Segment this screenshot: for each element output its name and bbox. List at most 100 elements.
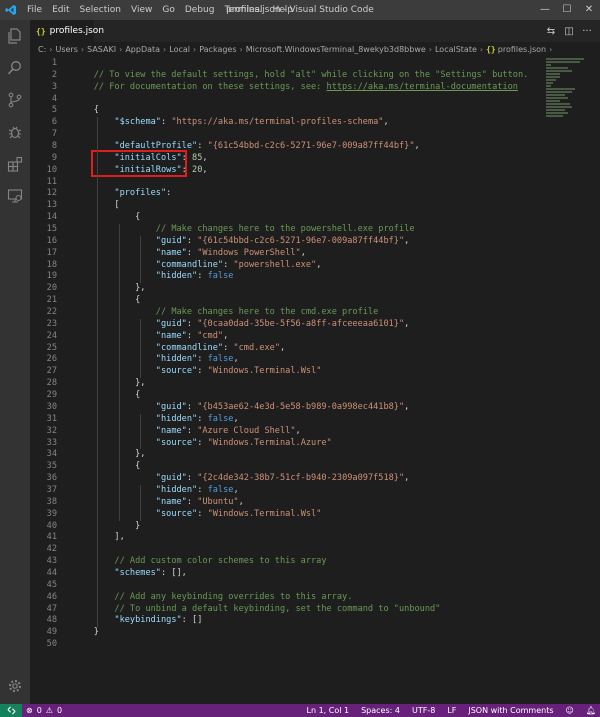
breadcrumb-item[interactable]: SASAKI (87, 45, 116, 54)
menu-terminal[interactable]: Terminal (219, 0, 267, 20)
code-line[interactable]: 16 "guid": "{61c54bbd-c2c6-5271-96e7-009… (30, 236, 528, 248)
code-token: { (73, 212, 141, 223)
vscode-logo-icon[interactable] (0, 0, 22, 20)
code-line[interactable]: 12 "profiles": (30, 188, 528, 200)
split-editor-icon[interactable]: ◫ (560, 26, 578, 37)
explorer-icon[interactable] (5, 26, 25, 46)
code-line[interactable]: 27 "source": "Windows.Terminal.Wsl" (30, 366, 528, 378)
open-changes-icon[interactable]: ⇆ (542, 26, 560, 37)
cursor-position[interactable]: Ln 1, Col 1 (307, 706, 350, 715)
code-line[interactable]: 1 (30, 58, 528, 70)
menu-go[interactable]: Go (157, 0, 179, 20)
code-line[interactable]: 2 // To view the default settings, hold … (30, 70, 529, 82)
code-line[interactable]: 5 { (30, 105, 528, 117)
code-line[interactable]: 29 { (30, 390, 528, 402)
code-line[interactable]: 50 (30, 639, 528, 651)
breadcrumb-item[interactable]: Packages (199, 45, 236, 54)
breadcrumb-item[interactable]: Users (55, 45, 77, 54)
code-editor[interactable]: 12 // To view the default settings, hold… (30, 56, 600, 704)
menu-debug[interactable]: Debug (180, 0, 220, 20)
code-line[interactable]: 49 } (30, 627, 528, 639)
code-line[interactable]: 31 "hidden": false, (30, 414, 528, 426)
code-line[interactable]: 18 "commandline": "powershell.exe", (30, 260, 528, 272)
maximize-button[interactable]: ☐ (556, 0, 578, 20)
line-number: 6 (51, 117, 57, 128)
code-line[interactable]: 6 "$schema": "https://aka.ms/terminal-pr… (30, 117, 528, 129)
code-line[interactable]: 46 // Add any keybinding overrides to th… (30, 592, 528, 604)
code-line[interactable]: 38 "name": "Ubuntu", (30, 497, 528, 509)
code-line[interactable]: 45 (30, 580, 528, 592)
breadcrumb-item[interactable]: C: (38, 45, 46, 54)
menu-file[interactable]: File (22, 0, 47, 20)
code-line[interactable]: 40 } (30, 521, 528, 533)
notifications-bell-icon[interactable]: 🔔︎ (586, 706, 596, 715)
code-line[interactable]: 24 "name": "cmd", (30, 331, 528, 343)
code-line[interactable]: 13 [ (30, 200, 528, 212)
code-line[interactable]: 32 "name": "Azure Cloud Shell", (30, 426, 528, 438)
code-line[interactable]: 20 }, (30, 283, 528, 295)
code-line[interactable]: 42 (30, 544, 528, 556)
language-mode[interactable]: JSON with Comments (468, 706, 553, 715)
code-line[interactable]: 36 "guid": "{2c4de342-38b7-51cf-b940-230… (30, 473, 528, 485)
indentation[interactable]: Spaces: 4 (361, 706, 400, 715)
tab-profiles-json[interactable]: {} profiles.json (30, 20, 104, 42)
line-number: 9 (51, 152, 57, 163)
code-line[interactable]: 21 { (30, 295, 528, 307)
code-token: "cmd" (197, 330, 224, 341)
code-line[interactable]: 28 }, (30, 378, 528, 390)
end-of-line[interactable]: LF (447, 706, 456, 715)
code-line[interactable]: 44 "schemes": [], (30, 568, 528, 580)
breadcrumb-item[interactable]: AppData (125, 45, 160, 54)
code-line[interactable]: 43 // Add custom color schemes to this a… (30, 556, 528, 568)
feedback-icon[interactable]: ☺ (566, 706, 574, 715)
search-icon[interactable] (5, 58, 25, 78)
code-line[interactable]: 25 "commandline": "cmd.exe", (30, 343, 528, 355)
breadcrumb-item[interactable]: LocalState (435, 45, 477, 54)
code-line[interactable]: 19 "hidden": false (30, 271, 528, 283)
menu-edit[interactable]: Edit (47, 0, 74, 20)
code-line[interactable]: 47 // To unbind a default keybinding, se… (30, 604, 528, 616)
minimap[interactable] (546, 58, 594, 148)
code-line[interactable]: 34 }, (30, 449, 528, 461)
code-line[interactable]: 15 // Make changes here to the powershel… (30, 224, 528, 236)
menu-help[interactable]: Help (267, 0, 298, 20)
code-line[interactable]: 22 // Make changes here to the cmd.exe p… (30, 307, 528, 319)
code-line[interactable]: 17 "name": "Windows PowerShell", (30, 248, 528, 260)
line-number: 18 (46, 259, 57, 270)
breadcrumb-item[interactable]: Microsoft.WindowsTerminal_8wekyb3d8bbwe (246, 45, 426, 54)
code-lines[interactable]: 12 // To view the default settings, hold… (30, 58, 529, 651)
code-line[interactable]: 14 { (30, 212, 528, 224)
encoding[interactable]: UTF-8 (412, 706, 435, 715)
code-line[interactable]: 37 "hidden": false, (30, 485, 528, 497)
code-line[interactable]: 3 // For documentation on these settings… (30, 82, 528, 94)
code-line[interactable]: 23 "guid": "{0caa0dad-35be-5f56-a8ff-afc… (30, 319, 528, 331)
remote-explorer-icon[interactable] (5, 186, 25, 206)
extensions-icon[interactable] (5, 154, 25, 174)
code-line[interactable]: 7 (30, 129, 528, 141)
code-line[interactable]: 26 "hidden": false, (30, 354, 528, 366)
code-line[interactable]: 35 { (30, 461, 528, 473)
minimize-button[interactable]: — (534, 0, 556, 20)
activity-bar (0, 20, 30, 704)
code-line[interactable]: 41 ], (30, 532, 528, 544)
menu-selection[interactable]: Selection (75, 0, 126, 20)
problems-indicator[interactable]: ⊗ 0 ⚠ 0 (22, 706, 62, 715)
code-line[interactable]: 33 "source": "Windows.Terminal.Azure" (30, 438, 528, 450)
gear-icon[interactable] (5, 676, 25, 696)
menu-view[interactable]: View (126, 0, 157, 20)
more-actions-icon[interactable]: ··· (578, 26, 596, 37)
code-line[interactable]: 30 "guid": "{b453ae62-4e3d-5e58-b989-0a9… (30, 402, 528, 414)
vertical-scrollbar[interactable] (594, 56, 600, 704)
code-line[interactable]: 48 "keybindings": [] (30, 615, 528, 627)
code-token: "Windows.Terminal.Azure" (207, 437, 332, 448)
close-window-button[interactable]: ✕ (578, 0, 600, 20)
breadcrumb-item[interactable]: Local (169, 45, 190, 54)
code-line[interactable]: 11 (30, 177, 528, 189)
code-line[interactable]: 39 "source": "Windows.Terminal.Wsl" (30, 509, 528, 521)
debug-icon[interactable] (5, 122, 25, 142)
remote-indicator-icon[interactable] (0, 704, 22, 717)
code-line[interactable]: 4 (30, 94, 528, 106)
source-control-icon[interactable] (5, 90, 25, 110)
breadcrumb-item[interactable]: profiles.json (498, 45, 546, 54)
